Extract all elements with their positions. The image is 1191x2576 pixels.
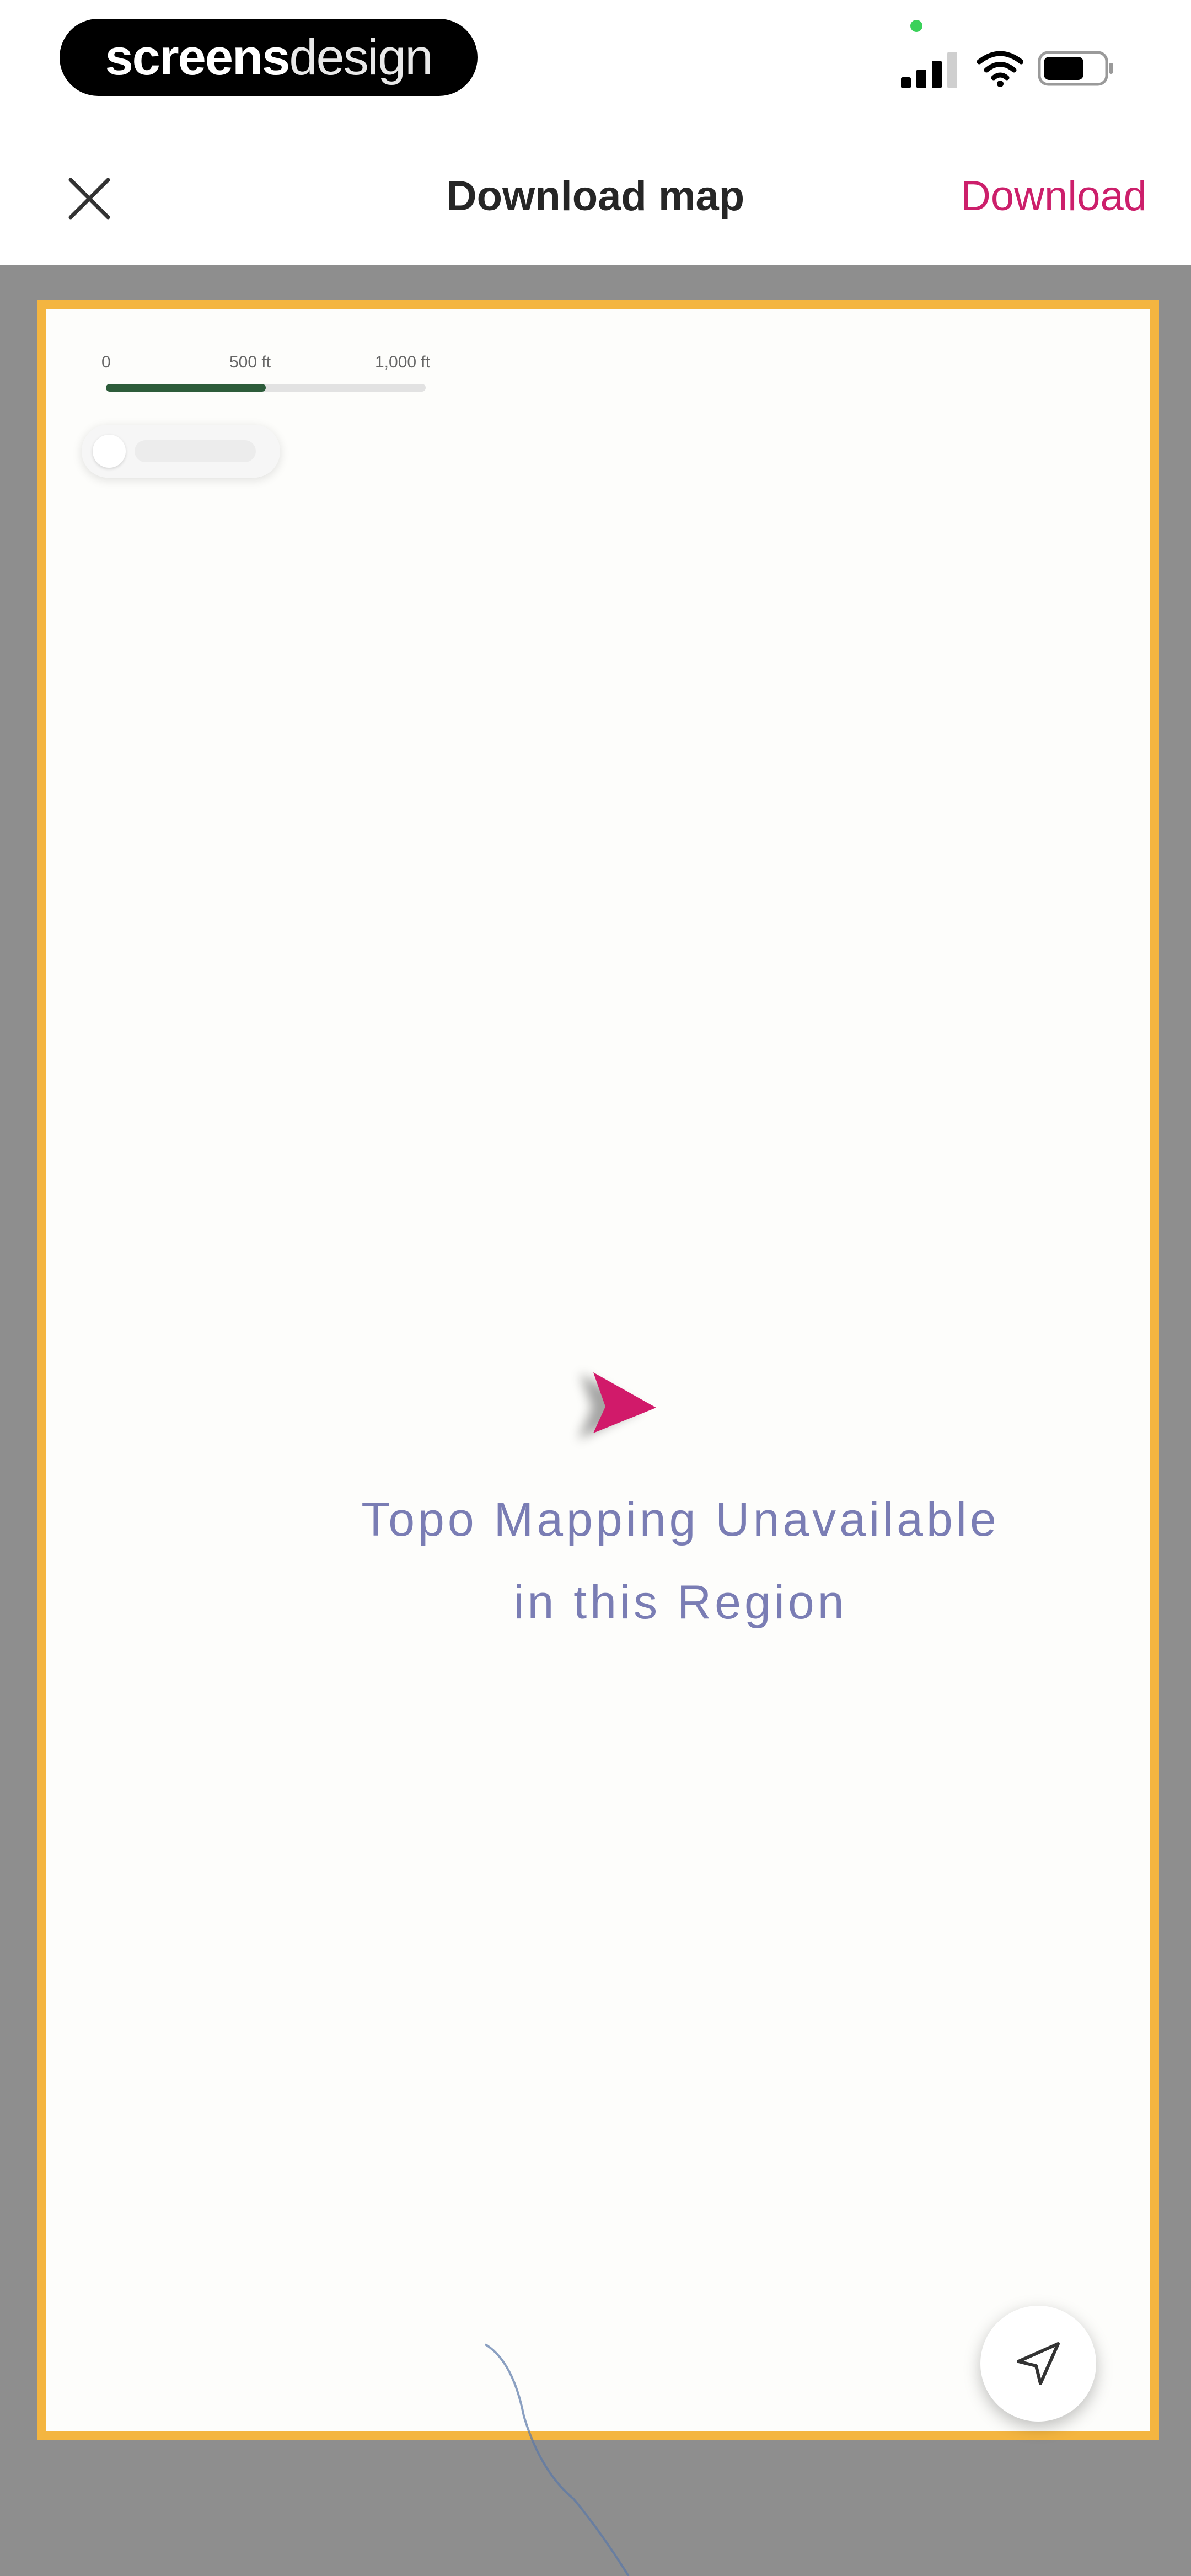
scale-label-500: 500 ft bbox=[229, 353, 271, 371]
privacy-indicator-dot bbox=[910, 20, 922, 32]
message-line-1: Topo Mapping Unavailable bbox=[361, 1493, 1000, 1546]
brand-text-bold: screens bbox=[105, 29, 291, 85]
layer-icon bbox=[93, 435, 126, 468]
map-layer-chip[interactable] bbox=[82, 425, 280, 478]
navigation-header: Download map Download bbox=[0, 127, 1191, 265]
location-marker-icon bbox=[578, 1372, 656, 1440]
battery-icon bbox=[1038, 51, 1113, 86]
message-line-2: in this Region bbox=[513, 1576, 847, 1629]
signal-bars-icon bbox=[901, 52, 957, 88]
recenter-location-button[interactable] bbox=[980, 2306, 1096, 2422]
scale-label-zero: 0 bbox=[101, 353, 111, 371]
close-icon bbox=[68, 178, 110, 220]
scale-track bbox=[106, 384, 426, 392]
status-bar: screens design bbox=[0, 0, 1191, 127]
scale-label-1000: 1,000 ft bbox=[375, 353, 431, 371]
navigation-arrow-icon bbox=[1017, 2342, 1060, 2385]
download-region-frame[interactable]: 0 500 ft 1,000 ft Topo Mapping Unavailab… bbox=[37, 300, 1159, 2440]
wifi-icon bbox=[977, 51, 1023, 87]
map-area[interactable]: 0 500 ft 1,000 ft Topo Mapping Unavailab… bbox=[0, 265, 1191, 2576]
brand-text-light: design bbox=[289, 29, 433, 85]
topo-unavailable-message: Topo Mapping Unavailable in this Region bbox=[267, 1478, 1094, 1644]
map-scale-bar: 0 500 ft 1,000 ft bbox=[99, 353, 485, 403]
layer-chip-label-placeholder bbox=[135, 440, 256, 462]
download-button[interactable]: Download bbox=[961, 127, 1147, 265]
brand-badge: screens design bbox=[60, 19, 478, 96]
close-button[interactable] bbox=[55, 164, 124, 233]
download-map-screen: screens design Download map Download 0 5… bbox=[0, 0, 1191, 2576]
scale-fill bbox=[106, 384, 266, 392]
